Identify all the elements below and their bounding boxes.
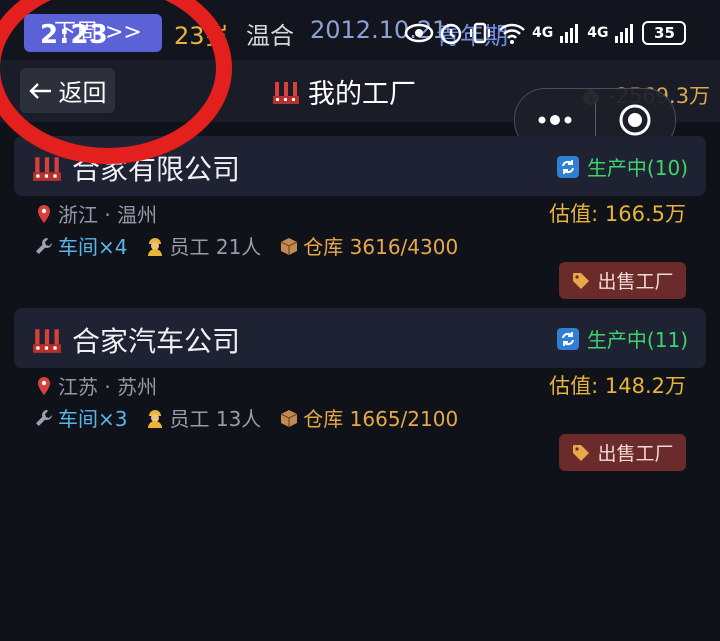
factory-icon [273, 81, 299, 104]
workshop-text: 车间×3 [58, 407, 128, 431]
signal-icon [560, 24, 579, 43]
sell-factory-label: 出售工厂 [597, 271, 674, 293]
factory-stats: 车间×4 员工 21人 仓库 3616/4300 [34, 231, 458, 260]
box-icon [280, 409, 298, 427]
arrow-left-icon [28, 82, 51, 99]
employee-stat: 员工 21人 [145, 231, 261, 260]
workshop-stat: 车间×3 [34, 403, 127, 432]
factory-valuation: 估值: 148.2万 [549, 374, 686, 398]
wrench-icon [36, 237, 52, 254]
factory-location: 江苏 · 苏州 [36, 371, 157, 400]
age-label: 23岁 [174, 22, 229, 50]
factory-icon [33, 329, 61, 353]
signal-label-1: 4G [532, 25, 554, 41]
tag-icon [573, 444, 590, 461]
location-text: 江苏 · 苏州 [58, 375, 158, 399]
factory-card-header[interactable]: 合家有限公司 生产中(10) [14, 136, 706, 196]
warehouse-stat: 仓库 1665/2100 [279, 403, 458, 432]
factory-valuation: 估值: 166.5万 [549, 202, 686, 226]
factory-card-header[interactable]: 合家汽车公司 生产中(11) [14, 308, 706, 368]
pin-icon [38, 204, 50, 223]
production-status: 生产中(11) [556, 324, 688, 353]
temperature-label: 温合 [246, 22, 294, 50]
employee-text: 员工 13人 [169, 407, 262, 431]
factory-name: 合家有限公司 [32, 148, 240, 188]
wrench-icon [36, 409, 52, 426]
factory-name-text: 合家汽车公司 [72, 325, 241, 358]
factory-stats: 车间×3 员工 13人 仓库 1665/2100 [34, 403, 458, 432]
battery-indicator: 35 [642, 21, 687, 45]
worker-icon [148, 237, 163, 256]
workshop-text: 车间×4 [58, 235, 128, 259]
factory-icon [33, 157, 61, 181]
page-title-text: 我的工厂 [308, 79, 416, 110]
alarm-icon [440, 23, 462, 45]
clock: 2:23 [40, 20, 109, 50]
status-bar: 下周 >> 2:23 23岁 温合 2012.10.21 青年期 4G 4G 3… [0, 0, 720, 60]
refresh-icon [556, 327, 579, 350]
factory-name-text: 合家有限公司 [72, 153, 241, 186]
production-status-text: 生产中(11) [586, 328, 688, 352]
sell-factory-button[interactable]: 出售工厂 [559, 262, 686, 299]
factory-name: 合家汽车公司 [32, 320, 240, 360]
page-title: 我的工厂 [272, 72, 416, 111]
sell-factory-button[interactable]: 出售工厂 [559, 434, 686, 471]
production-status-text: 生产中(10) [586, 156, 688, 180]
production-status: 生产中(10) [556, 152, 688, 181]
system-status-icons: 4G 4G 35 [404, 18, 687, 48]
warehouse-text: 仓库 3616/4300 [303, 235, 459, 259]
more-icon [538, 115, 572, 125]
back-label: 返回 [58, 79, 107, 107]
wifi-icon [499, 23, 525, 44]
eye-icon [404, 23, 434, 43]
worker-icon [148, 409, 163, 428]
target-icon [619, 104, 651, 136]
box-icon [280, 237, 298, 255]
back-button[interactable]: 返回 [20, 68, 115, 113]
tag-icon [573, 272, 590, 289]
sell-factory-label: 出售工厂 [597, 443, 674, 465]
employee-stat: 员工 13人 [145, 403, 261, 432]
workshop-stat: 车间×4 [34, 231, 127, 260]
factory-location: 浙江 · 温州 [36, 199, 157, 228]
refresh-icon [556, 155, 579, 178]
vibrate-icon [470, 22, 490, 44]
employee-text: 员工 21人 [169, 235, 262, 259]
warehouse-text: 仓库 1665/2100 [303, 407, 459, 431]
warehouse-stat: 仓库 3616/4300 [279, 231, 458, 260]
pin-icon [38, 376, 50, 395]
signal-label-2: 4G [587, 25, 609, 41]
signal-icon [615, 24, 634, 43]
location-text: 浙江 · 温州 [58, 203, 158, 227]
